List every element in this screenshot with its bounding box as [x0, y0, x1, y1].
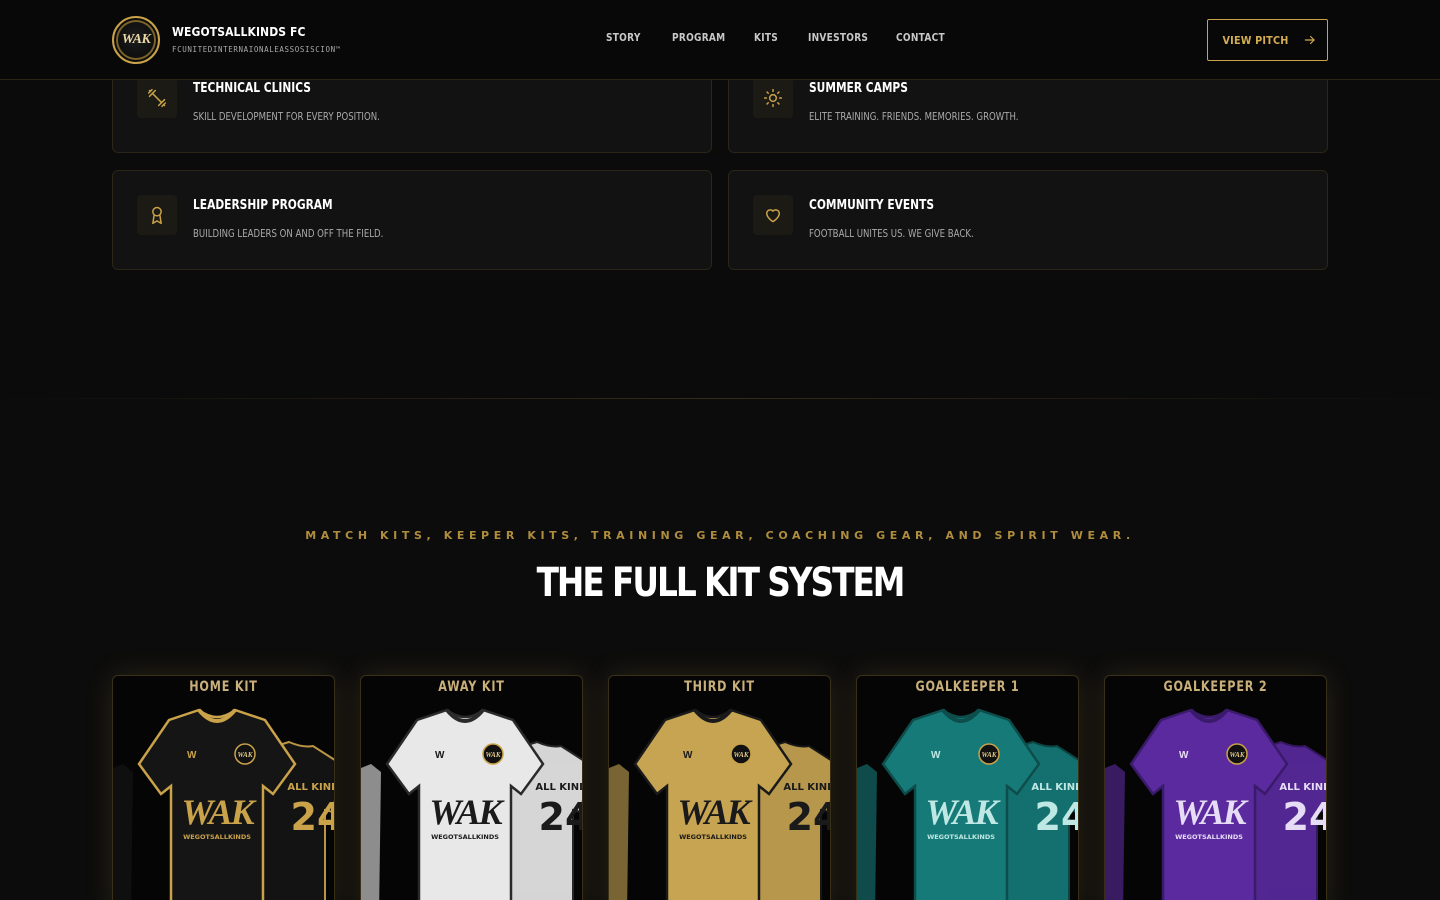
nav-story[interactable]: STORY: [606, 32, 640, 44]
crest-text: WAK: [1229, 751, 1245, 759]
chest-crest-text: WAK: [925, 792, 1001, 832]
program-icon-box: [753, 78, 793, 118]
main-nav: STORY PROGRAM KITS INVESTORS CONTACT: [606, 32, 985, 44]
back-number-text: 24: [787, 795, 831, 839]
kit-card-third[interactable]: THIRD KIT WWAKWAKWEGOTSALLKINDSALL KINDS…: [608, 675, 831, 900]
nav-program[interactable]: PROGRAM: [672, 32, 725, 44]
crest-text: WAK: [237, 751, 253, 759]
brand-mark: W: [187, 750, 197, 761]
back-name-text: ALL KINDS: [1031, 782, 1079, 793]
kit-card-home[interactable]: HOME KIT WWAKWAKWEGOTSALLKINDSALL KINDS2…: [112, 675, 335, 900]
kit-label: AWAY KIT: [438, 679, 505, 695]
kit-card-goalkeeper-2[interactable]: GOALKEEPER 2 W WAK WAK WEGOTSALLKINDS ALL KI…: [1104, 675, 1327, 900]
sponsor-text: WEGOTSALLKINDS: [927, 833, 995, 841]
chest-crest-text: WAK: [1173, 792, 1249, 832]
chest-crest-text: WAK: [181, 792, 257, 832]
program-description: ELITE TRAINING. FRIENDS. MEMORIES. GROWT…: [809, 110, 1019, 123]
program-title: SUMMER CAMPS: [809, 81, 908, 96]
jersey-illustration: WWAKWAKWEGOTSALLKINDSALL KINDS24: [113, 708, 335, 900]
award-ribbon-icon: [152, 206, 162, 225]
kit-jersey-image: WWAKWAKWEGOTSALLKINDSALL KINDS24: [609, 702, 831, 900]
kit-card-goalkeeper-1[interactable]: GOALKEEPER 1 W WAK WAK WEGOTSALLKINDS ALL KI…: [856, 675, 1079, 900]
jersey-illustration: WWAKWAKWEGOTSALLKINDSALL KINDS24: [609, 708, 831, 900]
club-crest-logo[interactable]: WAK: [112, 16, 160, 64]
brand-mark: W: [683, 750, 693, 761]
sponsor-text: WEGOTSALLKINDS: [1175, 833, 1243, 841]
back-number-text: 24: [1283, 795, 1327, 839]
back-name-text: ALL KINDS: [783, 782, 831, 793]
program-icon-box: [753, 195, 793, 235]
view-pitch-label: VIEW PITCH: [1222, 33, 1289, 47]
nav-investors[interactable]: INVESTORS: [808, 32, 868, 44]
kits-eyebrow: MATCH KITS, KEEPER KITS, TRAINING GEAR, …: [305, 529, 1135, 542]
brand-name[interactable]: WEGOTSALLKINDS FC: [172, 25, 306, 39]
crest-text: WAK: [733, 751, 749, 759]
crest-text: WAK: [485, 751, 501, 759]
kit-label: GOALKEEPER 2: [1163, 679, 1268, 695]
nav-contact[interactable]: CONTACT: [896, 32, 945, 44]
site-header: WAK WEGOTSALLKINDS FC FCUNITEDINTERNAION…: [0, 0, 1440, 80]
arrow-right-icon: [1304, 35, 1315, 45]
program-card-community-events[interactable]: COMMUNITY EVENTS FOOTBALL UNITES US. WE …: [728, 170, 1328, 270]
brand-mark: W: [435, 750, 445, 761]
back-number-text: 24: [1035, 795, 1079, 839]
chest-crest-text: WAK: [429, 792, 505, 832]
back-name-text: ALL KINDS: [535, 782, 583, 793]
kit-jersey-image: WWAKWAKWEGOTSALLKINDSALL KINDS24: [113, 702, 335, 900]
kits-title: THE FULL KIT SYSTEM: [536, 560, 906, 606]
jersey-illustration: WWAKWAKWEGOTSALLKINDSALL KINDS24: [361, 708, 583, 900]
kit-jersey-image: WWAKWAKWEGOTSALLKINDSALL KINDS24: [1105, 702, 1327, 900]
kit-jersey-image: WWAKWAKWEGOTSALLKINDSALL KINDS24: [361, 702, 583, 900]
back-name-text: ALL KINDS: [287, 782, 335, 793]
jersey-illustration: WWAKWAKWEGOTSALLKINDSALL KINDS24: [857, 708, 1079, 900]
kit-label: HOME KIT: [189, 679, 258, 695]
dumbbell-icon: [147, 88, 167, 108]
crest-text: WAK: [981, 751, 997, 759]
nav-kits[interactable]: KITS: [754, 32, 778, 44]
program-icon-box: [137, 78, 177, 118]
brand-tagline: FCUNITEDINTERNAIONALEASSOSISCION™: [172, 45, 341, 54]
back-number-text: 24: [539, 795, 583, 839]
sponsor-text: WEGOTSALLKINDS: [183, 833, 251, 841]
sponsor-text: WEGOTSALLKINDS: [679, 833, 747, 841]
program-card-leadership[interactable]: LEADERSHIP PROGRAM BUILDING LEADERS ON A…: [112, 170, 712, 270]
view-pitch-button[interactable]: VIEW PITCH: [1207, 19, 1328, 61]
program-description: SKILL DEVELOPMENT FOR EVERY POSITION.: [193, 110, 380, 123]
kit-label: GOALKEEPER 1: [915, 679, 1020, 695]
kit-jersey-image: WWAKWAKWEGOTSALLKINDSALL KINDS24: [857, 702, 1079, 900]
heart-icon: [766, 209, 780, 223]
chest-crest-text: WAK: [677, 792, 753, 832]
program-description: FOOTBALL UNITES US. WE GIVE BACK.: [809, 227, 974, 240]
program-icon-box: [137, 195, 177, 235]
brand-mark: W: [1179, 750, 1189, 761]
kit-card-away[interactable]: AWAY KIT WWAKWAKWEGOTSALLKINDSALL KINDS2…: [360, 675, 583, 900]
program-title: LEADERSHIP PROGRAM: [193, 198, 333, 213]
logo-text: WAK: [121, 32, 151, 47]
back-number-text: 24: [291, 795, 335, 839]
back-name-text: ALL KINDS: [1279, 782, 1327, 793]
program-title: COMMUNITY EVENTS: [809, 198, 935, 213]
brand-mark: W: [931, 750, 941, 761]
sponsor-text: WEGOTSALLKINDS: [431, 833, 499, 841]
program-title: TECHNICAL CLINICS: [193, 81, 311, 96]
kit-label: THIRD KIT: [684, 679, 755, 695]
sun-icon: [763, 88, 783, 108]
jersey-illustration: WWAKWAKWEGOTSALLKINDSALL KINDS24: [1105, 708, 1327, 900]
program-description: BUILDING LEADERS ON AND OFF THE FIELD.: [193, 227, 384, 240]
